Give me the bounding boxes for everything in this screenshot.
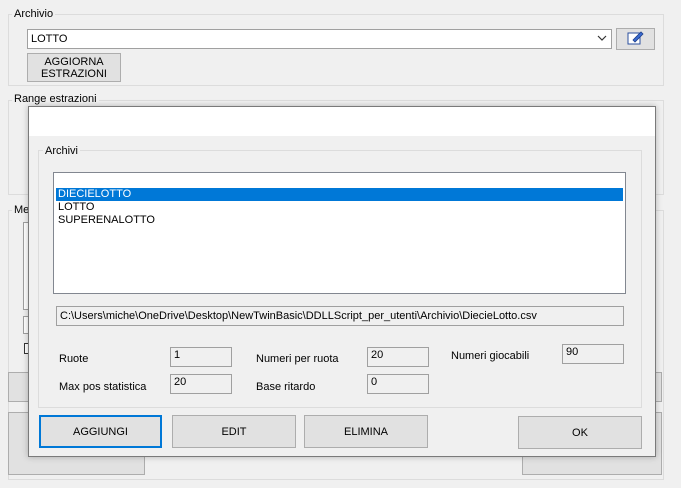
archivio-select-value: LOTTO	[31, 33, 68, 45]
aggiungi-button[interactable]: AGGIUNGI	[39, 415, 162, 448]
edit-icon	[627, 30, 645, 49]
archivi-listbox[interactable]: DIECIELOTTO LOTTO SUPERENALOTTO	[53, 172, 626, 294]
ok-button[interactable]: OK	[518, 416, 642, 449]
max-pos-statistica-field[interactable]: 20	[170, 374, 232, 394]
ruote-label: Ruote	[59, 353, 89, 365]
chevron-down-icon	[597, 33, 607, 46]
base-ritardo-field[interactable]: 0	[367, 374, 429, 394]
archivi-group-label: Archivi	[43, 145, 81, 158]
max-pos-statistica-label: Max pos statistica	[59, 381, 147, 393]
path-field[interactable]: C:\Users\miche\OneDrive\Desktop\NewTwinB…	[56, 306, 624, 326]
numeri-per-ruota-field[interactable]: 20	[367, 347, 429, 367]
list-item[interactable]: LOTTO	[56, 201, 623, 214]
ruote-field[interactable]: 1	[170, 347, 232, 367]
numeri-giocabili-label: Numeri giocabili	[451, 350, 530, 362]
aggiorna-estrazioni-button[interactable]: AGGIORNA ESTRAZIONI	[27, 53, 121, 82]
base-ritardo-label: Base ritardo	[256, 381, 316, 393]
archivio-group-label: Archivio	[12, 8, 56, 21]
numeri-per-ruota-label: Numeri per ruota	[256, 353, 339, 365]
elimina-button[interactable]: ELIMINA	[304, 415, 428, 448]
edit-button[interactable]: EDIT	[172, 415, 296, 448]
list-item[interactable]: DIECIELOTTO	[56, 188, 623, 201]
archivi-dialog: Archivi DIECIELOTTO LOTTO SUPERENALOTTO …	[28, 106, 656, 457]
edit-archive-button[interactable]	[616, 28, 655, 50]
range-estrazioni-label: Range estrazioni	[12, 93, 99, 106]
dialog-title-bar[interactable]	[29, 107, 655, 136]
archivio-select[interactable]: LOTTO	[27, 29, 612, 49]
list-item[interactable]: SUPERENALOTTO	[56, 214, 623, 227]
numeri-giocabili-field[interactable]: 90	[562, 344, 624, 364]
